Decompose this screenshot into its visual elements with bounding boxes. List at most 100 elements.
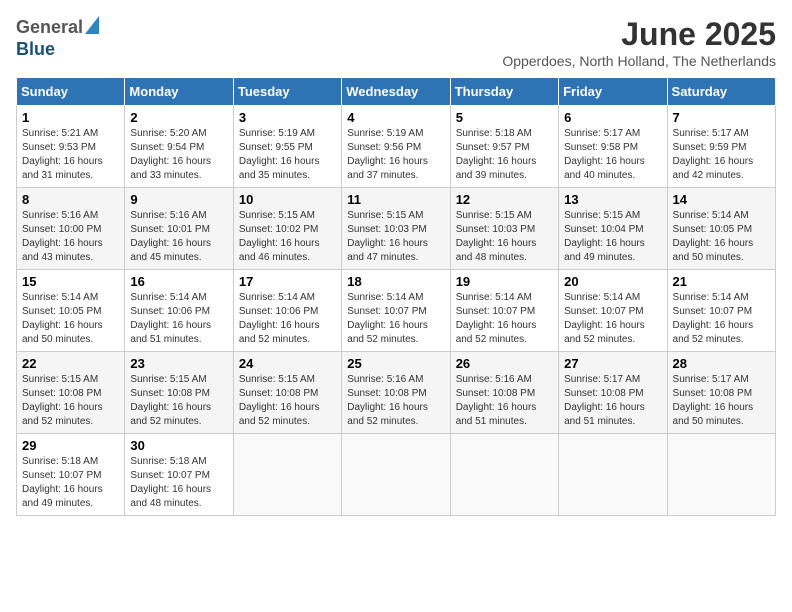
calendar-cell: 6 Sunrise: 5:17 AMSunset: 9:58 PMDaylight… (559, 106, 667, 188)
day-number: 1 (22, 110, 119, 125)
cell-info: Sunrise: 5:18 AMSunset: 9:57 PMDaylight:… (456, 128, 537, 181)
calendar-week-row: 1 Sunrise: 5:21 AMSunset: 9:53 PMDaylight… (17, 106, 776, 188)
day-number: 30 (130, 438, 227, 453)
cell-info: Sunrise: 5:17 AMSunset: 9:58 PMDaylight:… (564, 128, 645, 181)
cell-info: Sunrise: 5:14 AMSunset: 10:07 PMDaylight… (456, 292, 537, 345)
calendar-cell: 20Sunrise: 5:14 AMSunset: 10:07 PMDaylig… (559, 270, 667, 352)
calendar-week-row: 15 Sunrise: 5:14 AMSunset: 10:05 PMDaylig… (17, 270, 776, 352)
weekday-header-monday: Monday (125, 78, 233, 106)
calendar-cell: 17 Sunrise: 5:14 AMSunset: 10:06 PMDaylig… (233, 270, 341, 352)
calendar-cell: 28 Sunrise: 5:17 AMSunset: 10:08 PMDaylig… (667, 352, 775, 434)
calendar-cell (559, 434, 667, 516)
calendar-cell (667, 434, 775, 516)
cell-info: Sunrise: 5:15 AMSunset: 10:03 PMDaylight… (456, 210, 537, 263)
day-number: 27 (564, 356, 661, 371)
day-number: 13 (564, 192, 661, 207)
calendar-cell (233, 434, 341, 516)
calendar-cell: 29 Sunrise: 5:18 AMSunset: 10:07 PMDaylig… (17, 434, 125, 516)
cell-info: Sunrise: 5:15 AMSunset: 10:04 PMDaylight… (564, 210, 645, 263)
cell-info: Sunrise: 5:20 AMSunset: 9:54 PMDaylight:… (130, 128, 211, 181)
calendar-cell: 1 Sunrise: 5:21 AMSunset: 9:53 PMDaylight… (17, 106, 125, 188)
day-number: 18 (347, 274, 444, 289)
day-number: 15 (22, 274, 119, 289)
calendar-body: 1 Sunrise: 5:21 AMSunset: 9:53 PMDaylight… (17, 106, 776, 516)
day-number: 7 (673, 110, 770, 125)
cell-info: Sunrise: 5:19 AMSunset: 9:56 PMDaylight:… (347, 128, 428, 181)
cell-info: Sunrise: 5:21 AMSunset: 9:53 PMDaylight:… (22, 128, 103, 181)
day-number: 21 (673, 274, 770, 289)
cell-info: Sunrise: 5:17 AMSunset: 10:08 PMDaylight… (564, 374, 645, 427)
calendar-cell (450, 434, 558, 516)
calendar-cell: 5 Sunrise: 5:18 AMSunset: 9:57 PMDaylight… (450, 106, 558, 188)
cell-info: Sunrise: 5:14 AMSunset: 10:05 PMDaylight… (673, 210, 754, 263)
cell-info: Sunrise: 5:15 AMSunset: 10:08 PMDaylight… (239, 374, 320, 427)
calendar-cell: 24Sunrise: 5:15 AMSunset: 10:08 PMDaylig… (233, 352, 341, 434)
day-number: 12 (456, 192, 553, 207)
cell-info: Sunrise: 5:17 AMSunset: 9:59 PMDaylight:… (673, 128, 754, 181)
weekday-header-friday: Friday (559, 78, 667, 106)
cell-info: Sunrise: 5:17 AMSunset: 10:08 PMDaylight… (673, 374, 754, 427)
calendar-cell: 8 Sunrise: 5:16 AMSunset: 10:00 PMDayligh… (17, 188, 125, 270)
logo-triangle-icon (85, 16, 99, 39)
day-number: 29 (22, 438, 119, 453)
cell-info: Sunrise: 5:15 AMSunset: 10:08 PMDaylight… (130, 374, 211, 427)
day-number: 26 (456, 356, 553, 371)
day-number: 17 (239, 274, 336, 289)
day-number: 10 (239, 192, 336, 207)
day-number: 4 (347, 110, 444, 125)
calendar-cell: 27 Sunrise: 5:17 AMSunset: 10:08 PMDaylig… (559, 352, 667, 434)
calendar-cell: 19Sunrise: 5:14 AMSunset: 10:07 PMDaylig… (450, 270, 558, 352)
calendar-cell: 30 Sunrise: 5:18 AMSunset: 10:07 PMDaylig… (125, 434, 233, 516)
day-number: 23 (130, 356, 227, 371)
title-section: June 2025 Opperdoes, North Holland, The … (502, 16, 776, 69)
cell-info: Sunrise: 5:14 AMSunset: 10:06 PMDaylight… (130, 292, 211, 345)
calendar-cell: 4 Sunrise: 5:19 AMSunset: 9:56 PMDaylight… (342, 106, 450, 188)
page-header: General Blue June 2025 Opperdoes, North … (16, 16, 776, 69)
weekday-header-tuesday: Tuesday (233, 78, 341, 106)
cell-info: Sunrise: 5:18 AMSunset: 10:07 PMDaylight… (130, 456, 211, 509)
calendar-cell: 18Sunrise: 5:14 AMSunset: 10:07 PMDaylig… (342, 270, 450, 352)
weekday-header-thursday: Thursday (450, 78, 558, 106)
day-number: 9 (130, 192, 227, 207)
logo: General Blue (16, 16, 99, 60)
calendar-cell: 26 Sunrise: 5:16 AMSunset: 10:08 PMDaylig… (450, 352, 558, 434)
cell-info: Sunrise: 5:14 AMSunset: 10:07 PMDaylight… (673, 292, 754, 345)
day-number: 11 (347, 192, 444, 207)
calendar-cell: 25Sunrise: 5:16 AMSunset: 10:08 PMDaylig… (342, 352, 450, 434)
weekday-header-sunday: Sunday (17, 78, 125, 106)
calendar-cell: 9 Sunrise: 5:16 AMSunset: 10:01 PMDayligh… (125, 188, 233, 270)
calendar-cell: 11Sunrise: 5:15 AMSunset: 10:03 PMDaylig… (342, 188, 450, 270)
cell-info: Sunrise: 5:14 AMSunset: 10:06 PMDaylight… (239, 292, 320, 345)
cell-info: Sunrise: 5:18 AMSunset: 10:07 PMDaylight… (22, 456, 103, 509)
cell-info: Sunrise: 5:19 AMSunset: 9:55 PMDaylight:… (239, 128, 320, 181)
logo-general-text: General (16, 17, 83, 38)
day-number: 8 (22, 192, 119, 207)
calendar-cell: 2 Sunrise: 5:20 AMSunset: 9:54 PMDaylight… (125, 106, 233, 188)
calendar-cell: 3 Sunrise: 5:19 AMSunset: 9:55 PMDaylight… (233, 106, 341, 188)
day-number: 3 (239, 110, 336, 125)
calendar-cell: 22 Sunrise: 5:15 AMSunset: 10:08 PMDaylig… (17, 352, 125, 434)
calendar-cell: 21 Sunrise: 5:14 AMSunset: 10:07 PMDaylig… (667, 270, 775, 352)
location-text: Opperdoes, North Holland, The Netherland… (502, 53, 776, 69)
calendar-cell: 10Sunrise: 5:15 AMSunset: 10:02 PMDaylig… (233, 188, 341, 270)
calendar-header-row: SundayMondayTuesdayWednesdayThursdayFrid… (17, 78, 776, 106)
cell-info: Sunrise: 5:16 AMSunset: 10:08 PMDaylight… (456, 374, 537, 427)
cell-info: Sunrise: 5:14 AMSunset: 10:05 PMDaylight… (22, 292, 103, 345)
cell-info: Sunrise: 5:14 AMSunset: 10:07 PMDaylight… (564, 292, 645, 345)
cell-info: Sunrise: 5:16 AMSunset: 10:01 PMDaylight… (130, 210, 211, 263)
cell-info: Sunrise: 5:15 AMSunset: 10:08 PMDaylight… (22, 374, 103, 427)
calendar-cell: 14Sunrise: 5:14 AMSunset: 10:05 PMDaylig… (667, 188, 775, 270)
cell-info: Sunrise: 5:16 AMSunset: 10:08 PMDaylight… (347, 374, 428, 427)
cell-info: Sunrise: 5:16 AMSunset: 10:00 PMDaylight… (22, 210, 103, 263)
day-number: 22 (22, 356, 119, 371)
calendar-table: SundayMondayTuesdayWednesdayThursdayFrid… (16, 77, 776, 516)
day-number: 2 (130, 110, 227, 125)
calendar-cell: 15 Sunrise: 5:14 AMSunset: 10:05 PMDaylig… (17, 270, 125, 352)
day-number: 5 (456, 110, 553, 125)
day-number: 28 (673, 356, 770, 371)
day-number: 6 (564, 110, 661, 125)
calendar-week-row: 8 Sunrise: 5:16 AMSunset: 10:00 PMDayligh… (17, 188, 776, 270)
calendar-cell: 16Sunrise: 5:14 AMSunset: 10:06 PMDaylig… (125, 270, 233, 352)
calendar-cell (342, 434, 450, 516)
month-title: June 2025 (502, 16, 776, 53)
